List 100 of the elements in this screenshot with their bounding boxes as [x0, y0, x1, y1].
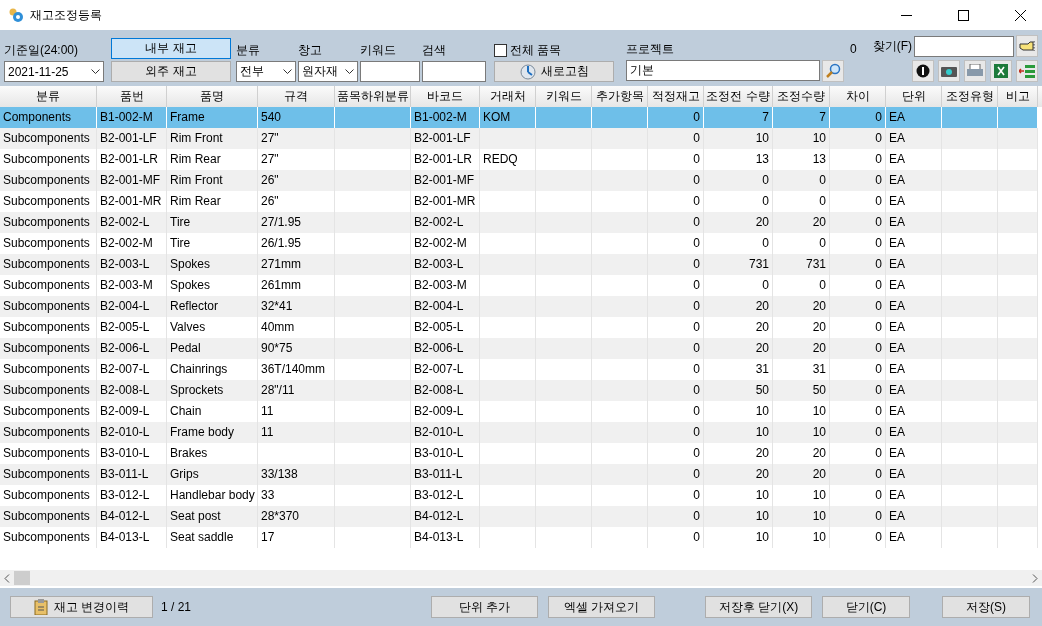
- find-field[interactable]: [914, 35, 1014, 57]
- printer-icon[interactable]: [964, 60, 986, 82]
- table-cell: Seat saddle: [167, 527, 258, 548]
- stock-tab[interactable]: 내부 재고: [111, 38, 231, 59]
- table-cell: B2-010-L: [411, 422, 480, 443]
- find-label: 찾기(F): [872, 37, 912, 55]
- date-label: 기준일(24:00): [4, 42, 80, 59]
- table-cell: 0: [648, 527, 704, 548]
- table-cell: 50: [773, 380, 830, 401]
- horizontal-scrollbar[interactable]: [0, 570, 1042, 586]
- project-field[interactable]: 기본: [626, 60, 820, 81]
- table-cell: Frame body: [167, 422, 258, 443]
- table-cell: Rim Front: [167, 170, 258, 191]
- table-cell: 0: [830, 527, 886, 548]
- pointing-hand-icon[interactable]: [1016, 35, 1038, 57]
- table-cell: B2-008-L: [97, 380, 167, 401]
- table-cell: EA: [886, 506, 942, 527]
- search-label: 검색: [422, 42, 447, 59]
- table-cell: 0: [648, 422, 704, 443]
- table-cell: 731: [773, 254, 830, 275]
- table-cell: B2-001-LF: [411, 128, 480, 149]
- table-cell: B1-002-M: [97, 107, 167, 128]
- table-cell: EA: [886, 527, 942, 548]
- table-cell: 731: [704, 254, 773, 275]
- table-cell: 0: [648, 380, 704, 401]
- maximize-icon[interactable]: [958, 9, 969, 21]
- table-cell: Pedal: [167, 338, 258, 359]
- refresh-button[interactable]: 새로고침: [494, 61, 614, 82]
- scroll-thumb[interactable]: [14, 571, 30, 585]
- table-cell: 20: [704, 296, 773, 317]
- save-button[interactable]: 저장(S): [942, 596, 1030, 618]
- search-button[interactable]: [822, 60, 844, 82]
- table-cell: 0: [648, 464, 704, 485]
- table-cell: Subcomponents: [0, 527, 97, 548]
- table-cell: 0: [648, 212, 704, 233]
- table-cell: B2-001-LF: [97, 128, 167, 149]
- excel-icon[interactable]: [990, 60, 1012, 82]
- table-cell: 0: [648, 170, 704, 191]
- table-cell: B1-002-M: [411, 107, 480, 128]
- camera-icon[interactable]: [938, 60, 960, 82]
- table-cell: 540: [258, 107, 335, 128]
- record-count: 1 / 21: [161, 600, 192, 614]
- columns-icon[interactable]: [1016, 60, 1038, 82]
- table-cell: 10: [704, 422, 773, 443]
- table-cell: 0: [830, 422, 886, 443]
- keyword-field[interactable]: [360, 61, 420, 82]
- close-icon[interactable]: [1015, 9, 1026, 21]
- table-cell: Components: [0, 107, 97, 128]
- date-dropdown[interactable]: 2021-11-25: [4, 61, 104, 82]
- warehouse-label: 창고: [298, 42, 323, 59]
- table-cell: 0: [830, 170, 886, 191]
- table-cell: B2-008-L: [411, 380, 480, 401]
- table-cell: 0: [773, 170, 830, 191]
- chevron-down-icon: [91, 68, 100, 75]
- scroll-left-icon[interactable]: [4, 573, 10, 583]
- table-cell: 0: [830, 296, 886, 317]
- all-items-checkbox[interactable]: [494, 44, 507, 57]
- table-cell: 0: [830, 464, 886, 485]
- table-cell: Subcomponents: [0, 212, 97, 233]
- close-button[interactable]: 닫기(C): [822, 596, 910, 618]
- history-button[interactable]: 재고 변경이력: [10, 596, 153, 618]
- refresh-icon: [519, 63, 536, 80]
- save-and-close-button[interactable]: 저장후 닫기(X): [705, 596, 812, 618]
- table-cell: B4-013-L: [97, 527, 167, 548]
- table-cell: 20: [773, 212, 830, 233]
- table-cell: 10: [773, 128, 830, 149]
- chevron-down-icon: [283, 68, 292, 75]
- table-cell: 20: [773, 338, 830, 359]
- table-cell: EA: [886, 338, 942, 359]
- table-cell: 32*41: [258, 296, 335, 317]
- table-cell: 0: [830, 338, 886, 359]
- table-cell: Grips: [167, 464, 258, 485]
- table-cell: 0: [830, 254, 886, 275]
- table-cell: B4-012-L: [97, 506, 167, 527]
- table-cell: 0: [830, 107, 886, 128]
- category-dropdown[interactable]: 전부: [236, 61, 296, 82]
- info-icon[interactable]: [912, 60, 934, 82]
- import-excel-button[interactable]: 엑셀 가져오기: [548, 596, 656, 618]
- table-cell: Sprockets: [167, 380, 258, 401]
- stock-tab[interactable]: 외주 재고: [111, 61, 231, 82]
- clipboard-icon: [33, 599, 48, 615]
- table-cell: B2-010-L: [97, 422, 167, 443]
- table-cell: Spokes: [167, 254, 258, 275]
- table-cell: 0: [830, 128, 886, 149]
- table-cell: EA: [886, 380, 942, 401]
- table-cell: 0: [648, 254, 704, 275]
- window-title: 재고조정등록: [30, 6, 102, 24]
- table-cell: Subcomponents: [0, 422, 97, 443]
- warehouse-dropdown[interactable]: 원자재: [298, 61, 358, 82]
- table-cell: 0: [704, 170, 773, 191]
- add-unit-button[interactable]: 단위 추가: [431, 596, 539, 618]
- table-cell: B2-004-L: [97, 296, 167, 317]
- table-cell: Tire: [167, 212, 258, 233]
- search-field[interactable]: [422, 61, 486, 82]
- table-cell: EA: [886, 107, 942, 128]
- table-cell: 26": [258, 170, 335, 191]
- table-cell: Subcomponents: [0, 380, 97, 401]
- scroll-right-icon[interactable]: [1032, 573, 1038, 583]
- table-cell: Subcomponents: [0, 464, 97, 485]
- table-cell: EA: [886, 254, 942, 275]
